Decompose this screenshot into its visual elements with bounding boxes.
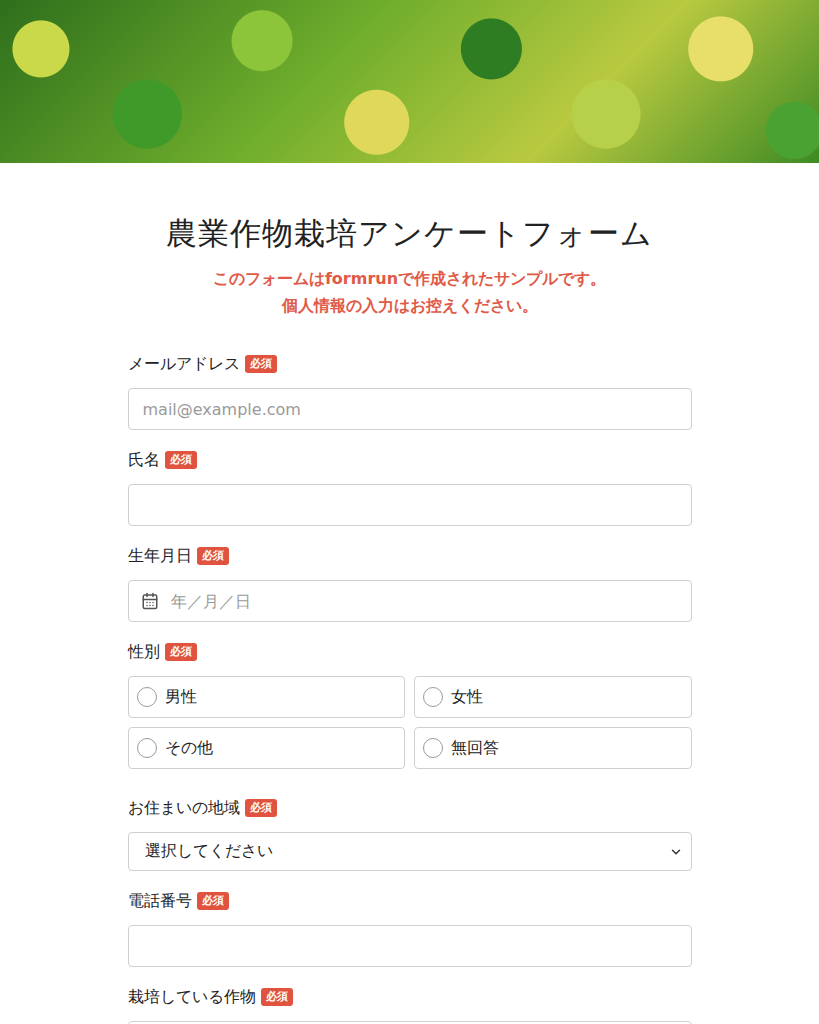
chevron-down-icon (669, 845, 683, 859)
radio-option[interactable]: 男性 (128, 676, 406, 718)
field-label: 性別 (128, 642, 160, 663)
required-badge: 必須 (165, 643, 197, 661)
notice-line: このフォームはformrunで作成されたサンプルです。 (213, 265, 606, 292)
field-label-row: 電話番号必須 (128, 889, 692, 913)
field-label: お住まいの地域 (128, 798, 240, 819)
page: 農業作物栽培アンケートフォームこのフォームはformrunで作成されたサンプルで… (0, 0, 819, 1024)
required-badge: 必須 (197, 892, 229, 910)
input-field[interactable] (141, 399, 679, 420)
radio-label: 男性 (165, 687, 197, 708)
radio-circle-icon[interactable] (423, 687, 443, 707)
required-badge: 必須 (245, 799, 277, 817)
radio-option[interactable]: 女性 (414, 676, 692, 718)
radio-option[interactable]: 無回答 (414, 727, 692, 769)
radio-circle-icon[interactable] (137, 738, 157, 758)
required-badge: 必須 (165, 451, 197, 469)
select-placeholder: 選択してください (145, 841, 273, 862)
required-badge: 必須 (197, 547, 229, 565)
form-field: お住まいの地域必須選択してください (128, 796, 692, 871)
radio-circle-icon[interactable] (423, 738, 443, 758)
input-field[interactable] (141, 495, 679, 516)
form-field: 電話番号必須 (128, 889, 692, 967)
banner-photo (0, 0, 819, 163)
text-input[interactable] (128, 484, 692, 526)
input-field[interactable] (169, 591, 679, 612)
notice-line: 個人情報の入力はお控えください。 (282, 292, 538, 319)
text-input[interactable] (128, 1021, 692, 1024)
field-label: 電話番号 (128, 891, 192, 912)
field-label: 栽培している作物 (128, 987, 256, 1008)
form-field: 性別必須男性 女性その他 無回答 (128, 640, 692, 769)
input-field[interactable] (141, 936, 679, 957)
field-label: 氏名 (128, 450, 160, 471)
radio-option[interactable]: その他 (128, 727, 406, 769)
form-field: 氏名必須 (128, 448, 692, 526)
form-field: 生年月日必須 (128, 544, 692, 622)
field-label: 生年月日 (128, 546, 192, 567)
required-badge: 必須 (245, 355, 277, 373)
calendar-icon (141, 592, 159, 610)
radio-label: その他 (165, 738, 213, 759)
field-label-row: 氏名必須 (128, 448, 692, 472)
notice: このフォームはformrunで作成されたサンプルです。個人情報の入力はお控えくだ… (213, 265, 606, 319)
field-label-row: 生年月日必須 (128, 544, 692, 568)
field-label: メールアドレス (128, 354, 240, 375)
radio-circle-icon[interactable] (137, 687, 157, 707)
field-label-row: メールアドレス必須 (128, 352, 692, 376)
form-field: メールアドレス必須 (128, 352, 692, 430)
survey-form: メールアドレス必須氏名必須生年月日必須性別必須男性女性その他無回答お住まいの地域… (128, 352, 692, 1024)
radio-label: 無回答 (451, 738, 499, 759)
radio-label: 女性 (451, 687, 483, 708)
radio-group: 男性 女性その他 無回答 (128, 676, 692, 769)
date-input[interactable] (128, 580, 692, 622)
select[interactable]: 選択してください (128, 832, 692, 871)
field-label-row: 性別必須 (128, 640, 692, 664)
text-input[interactable] (128, 925, 692, 967)
field-label-row: お住まいの地域必須 (128, 796, 692, 820)
form-title: 農業作物栽培アンケートフォーム (166, 213, 653, 253)
form-field: 栽培している作物必須 (128, 985, 692, 1024)
required-badge: 必須 (261, 988, 293, 1006)
field-label-row: 栽培している作物必須 (128, 985, 692, 1009)
text-input[interactable] (128, 388, 692, 430)
